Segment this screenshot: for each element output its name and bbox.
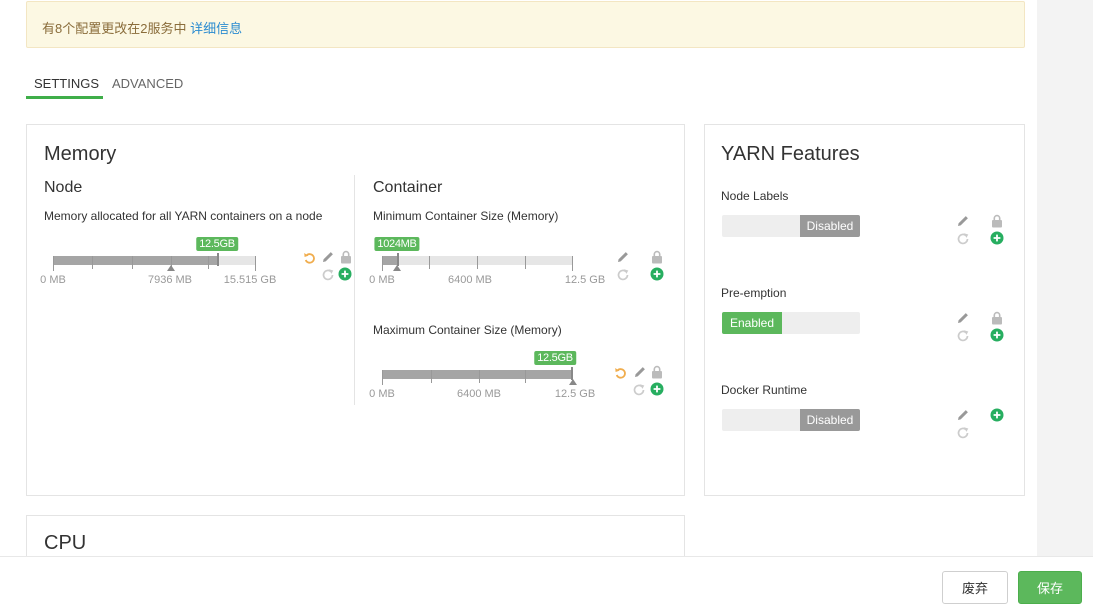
node-description: Memory allocated for all YARN containers… (44, 209, 323, 223)
slider-tick (525, 256, 526, 269)
slider-tick (382, 256, 383, 271)
slider-tick (431, 370, 432, 383)
slider-tick (208, 256, 209, 269)
toggle-state: Enabled (722, 312, 782, 334)
slider-max-label: 12.5 GB (554, 388, 596, 400)
slider-handle[interactable] (397, 253, 399, 266)
slider-max-label: 15.515 GB (223, 274, 277, 286)
memory-panel: Memory Node Memory allocated for all YAR… (26, 124, 685, 496)
tab-settings[interactable]: SETTINGS (34, 76, 99, 91)
pencil-icon[interactable] (633, 365, 647, 379)
lock-icon[interactable] (990, 214, 1004, 228)
memory-title: Memory (44, 143, 117, 165)
refresh-icon[interactable] (632, 383, 646, 397)
slider-min-label: 0 MB (369, 388, 395, 400)
lock-icon[interactable] (339, 250, 353, 264)
refresh-icon[interactable] (616, 268, 630, 282)
default-value-marker (167, 265, 175, 271)
yarn-features-title: YARN Features (721, 143, 860, 165)
feature-label-docker-runtime: Docker Runtime (721, 383, 808, 397)
plus-circle-icon[interactable] (650, 382, 664, 396)
pencil-icon[interactable] (956, 214, 970, 228)
save-button[interactable]: 保存 (1018, 571, 1082, 604)
column-divider (354, 175, 355, 405)
slider-min-label: 0 MB (40, 274, 66, 286)
lock-icon[interactable] (650, 250, 664, 264)
cpu-title: CPU (44, 532, 87, 554)
slider-value-badge: 1024MB (374, 237, 420, 251)
slider-mid-label: 7936 MB (147, 274, 193, 286)
slider-tick (479, 370, 480, 383)
container-title: Container (373, 179, 443, 196)
slider-tick (92, 256, 93, 269)
slider-tick (255, 256, 256, 271)
slider-tick (53, 256, 54, 271)
slider-max-label: 12.5 GB (564, 274, 606, 286)
node-labels-toggle[interactable]: Disabled (722, 215, 860, 237)
max-container-description: Maximum Container Size (Memory) (373, 323, 562, 337)
undo-icon[interactable] (303, 251, 317, 265)
alert-text: 有8个配置更改在2服务中 (42, 21, 187, 36)
slider-tick (477, 256, 478, 269)
slider-mid-label: 6400 MB (447, 274, 493, 286)
plus-circle-icon[interactable] (990, 231, 1004, 245)
plus-circle-icon[interactable] (990, 408, 1004, 422)
slider-value-badge: 12.5GB (534, 351, 576, 365)
refresh-icon[interactable] (956, 426, 970, 440)
slider-fill (382, 370, 573, 379)
toggle-state: Disabled (800, 409, 860, 431)
slider-handle[interactable] (571, 367, 573, 380)
slider-fill (53, 256, 217, 265)
max-container-slider[interactable]: 12.5GB 0 MB 6400 MB 12.5 GB (369, 351, 595, 400)
slider-value-badge: 12.5GB (196, 237, 238, 251)
footer-bar: 废弃 保存 (0, 556, 1093, 610)
pencil-icon[interactable] (321, 250, 335, 264)
slider-handle[interactable] (217, 253, 219, 266)
feature-label-node-labels: Node Labels (721, 189, 789, 203)
lock-icon[interactable] (650, 365, 664, 379)
plus-circle-icon[interactable] (650, 267, 664, 281)
pencil-icon[interactable] (956, 311, 970, 325)
slider-mid-label: 6400 MB (456, 388, 502, 400)
slider-min-label: 0 MB (369, 274, 395, 286)
discard-button[interactable]: 废弃 (942, 571, 1008, 604)
undo-icon[interactable] (614, 366, 628, 380)
slider-tick (429, 256, 430, 269)
cpu-panel: CPU (26, 515, 685, 556)
lock-icon[interactable] (990, 311, 1004, 325)
config-change-alert: 有8个配置更改在2服务中 详细信息 (26, 1, 1025, 48)
toggle-state: Disabled (800, 215, 860, 237)
page-gutter (1037, 0, 1093, 556)
min-container-description: Minimum Container Size (Memory) (373, 209, 559, 223)
feature-label-pre-emption: Pre-emption (721, 286, 787, 300)
alert-details-link[interactable]: 详细信息 (190, 21, 242, 36)
slider-tick (572, 256, 573, 271)
node-title: Node (44, 179, 83, 196)
slider-tick (132, 256, 133, 269)
plus-circle-icon[interactable] (990, 328, 1004, 342)
pre-emption-toggle[interactable]: Enabled (722, 312, 860, 334)
refresh-icon[interactable] (321, 268, 335, 282)
node-memory-slider[interactable]: 12.5GB 0 MB 7936 MB 15.515 GB (40, 237, 276, 286)
active-tab-indicator (26, 96, 103, 99)
docker-runtime-toggle[interactable]: Disabled (722, 409, 860, 431)
yarn-features-panel: YARN Features Node Labels Disabled Pre-e… (704, 124, 1025, 496)
min-container-slider[interactable]: 1024MB 0 MB 6400 MB 12.5 GB (369, 237, 605, 286)
pencil-icon[interactable] (956, 408, 970, 422)
plus-circle-icon[interactable] (338, 267, 352, 281)
slider-fill (382, 256, 397, 265)
pencil-icon[interactable] (616, 250, 630, 264)
refresh-icon[interactable] (956, 232, 970, 246)
page: 有8个配置更改在2服务中 详细信息 SETTINGS ADVANCED Memo… (0, 0, 1037, 556)
tab-advanced[interactable]: ADVANCED (112, 76, 183, 91)
slider-tick (382, 370, 383, 385)
slider-tick (525, 370, 526, 383)
refresh-icon[interactable] (956, 329, 970, 343)
